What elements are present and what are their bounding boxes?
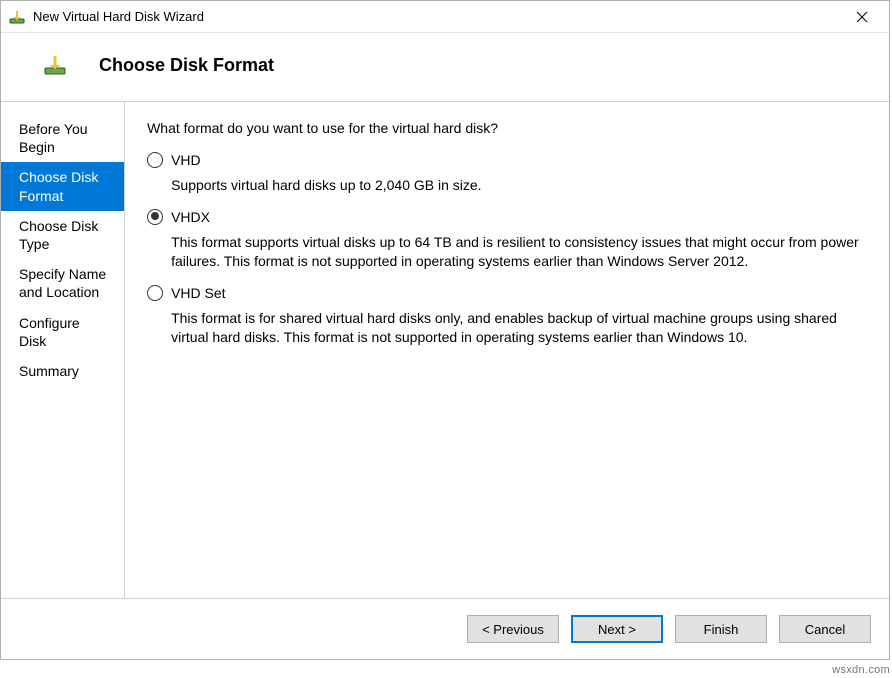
wizard-window: New Virtual Hard Disk Wizard Choose Disk… <box>0 0 890 660</box>
radio-label-vhd: VHD <box>171 152 201 168</box>
page-title: Choose Disk Format <box>99 55 274 76</box>
cancel-button[interactable]: Cancel <box>779 615 871 643</box>
close-button[interactable] <box>839 2 885 32</box>
window-title: New Virtual Hard Disk Wizard <box>33 9 839 24</box>
radio-row-vhdx[interactable]: VHDX <box>147 207 867 227</box>
disk-wizard-icon <box>9 9 25 25</box>
radio-label-vhdset: VHD Set <box>171 285 225 301</box>
wizard-header: Choose Disk Format <box>1 33 889 101</box>
option-vhd: VHD Supports virtual hard disks up to 2,… <box>147 150 867 195</box>
next-button[interactable]: Next > <box>571 615 663 643</box>
radio-vhd[interactable] <box>147 152 163 168</box>
wizard-footer: < Previous Next > Finish Cancel <box>1 598 889 659</box>
option-vhdset: VHD Set This format is for shared virtua… <box>147 283 867 347</box>
radio-row-vhdset[interactable]: VHD Set <box>147 283 867 303</box>
radio-row-vhd[interactable]: VHD <box>147 150 867 170</box>
desc-vhdset: This format is for shared virtual hard d… <box>171 309 867 347</box>
close-icon <box>856 11 868 23</box>
step-configure-disk[interactable]: Configure Disk <box>1 308 124 356</box>
radio-vhdx[interactable] <box>147 209 163 225</box>
step-choose-disk-type[interactable]: Choose Disk Type <box>1 211 124 259</box>
main-panel: What format do you want to use for the v… <box>125 102 889 598</box>
step-summary[interactable]: Summary <box>1 356 124 386</box>
titlebar: New Virtual Hard Disk Wizard <box>1 1 889 33</box>
step-specify-name-location[interactable]: Specify Name and Location <box>1 259 124 307</box>
content-area: Before You Begin Choose Disk Format Choo… <box>1 102 889 598</box>
step-before-you-begin[interactable]: Before You Begin <box>1 114 124 162</box>
disk-wizard-icon <box>43 53 67 77</box>
desc-vhdx: This format supports virtual disks up to… <box>171 233 867 271</box>
radio-vhdset[interactable] <box>147 285 163 301</box>
desc-vhd: Supports virtual hard disks up to 2,040 … <box>171 176 867 195</box>
option-vhdx: VHDX This format supports virtual disks … <box>147 207 867 271</box>
wizard-steps: Before You Begin Choose Disk Format Choo… <box>1 102 125 598</box>
finish-button[interactable]: Finish <box>675 615 767 643</box>
step-choose-disk-format[interactable]: Choose Disk Format <box>1 162 124 210</box>
previous-button[interactable]: < Previous <box>467 615 559 643</box>
radio-label-vhdx: VHDX <box>171 209 210 225</box>
watermark: wsxdn.com <box>832 664 890 676</box>
prompt-text: What format do you want to use for the v… <box>147 120 867 136</box>
